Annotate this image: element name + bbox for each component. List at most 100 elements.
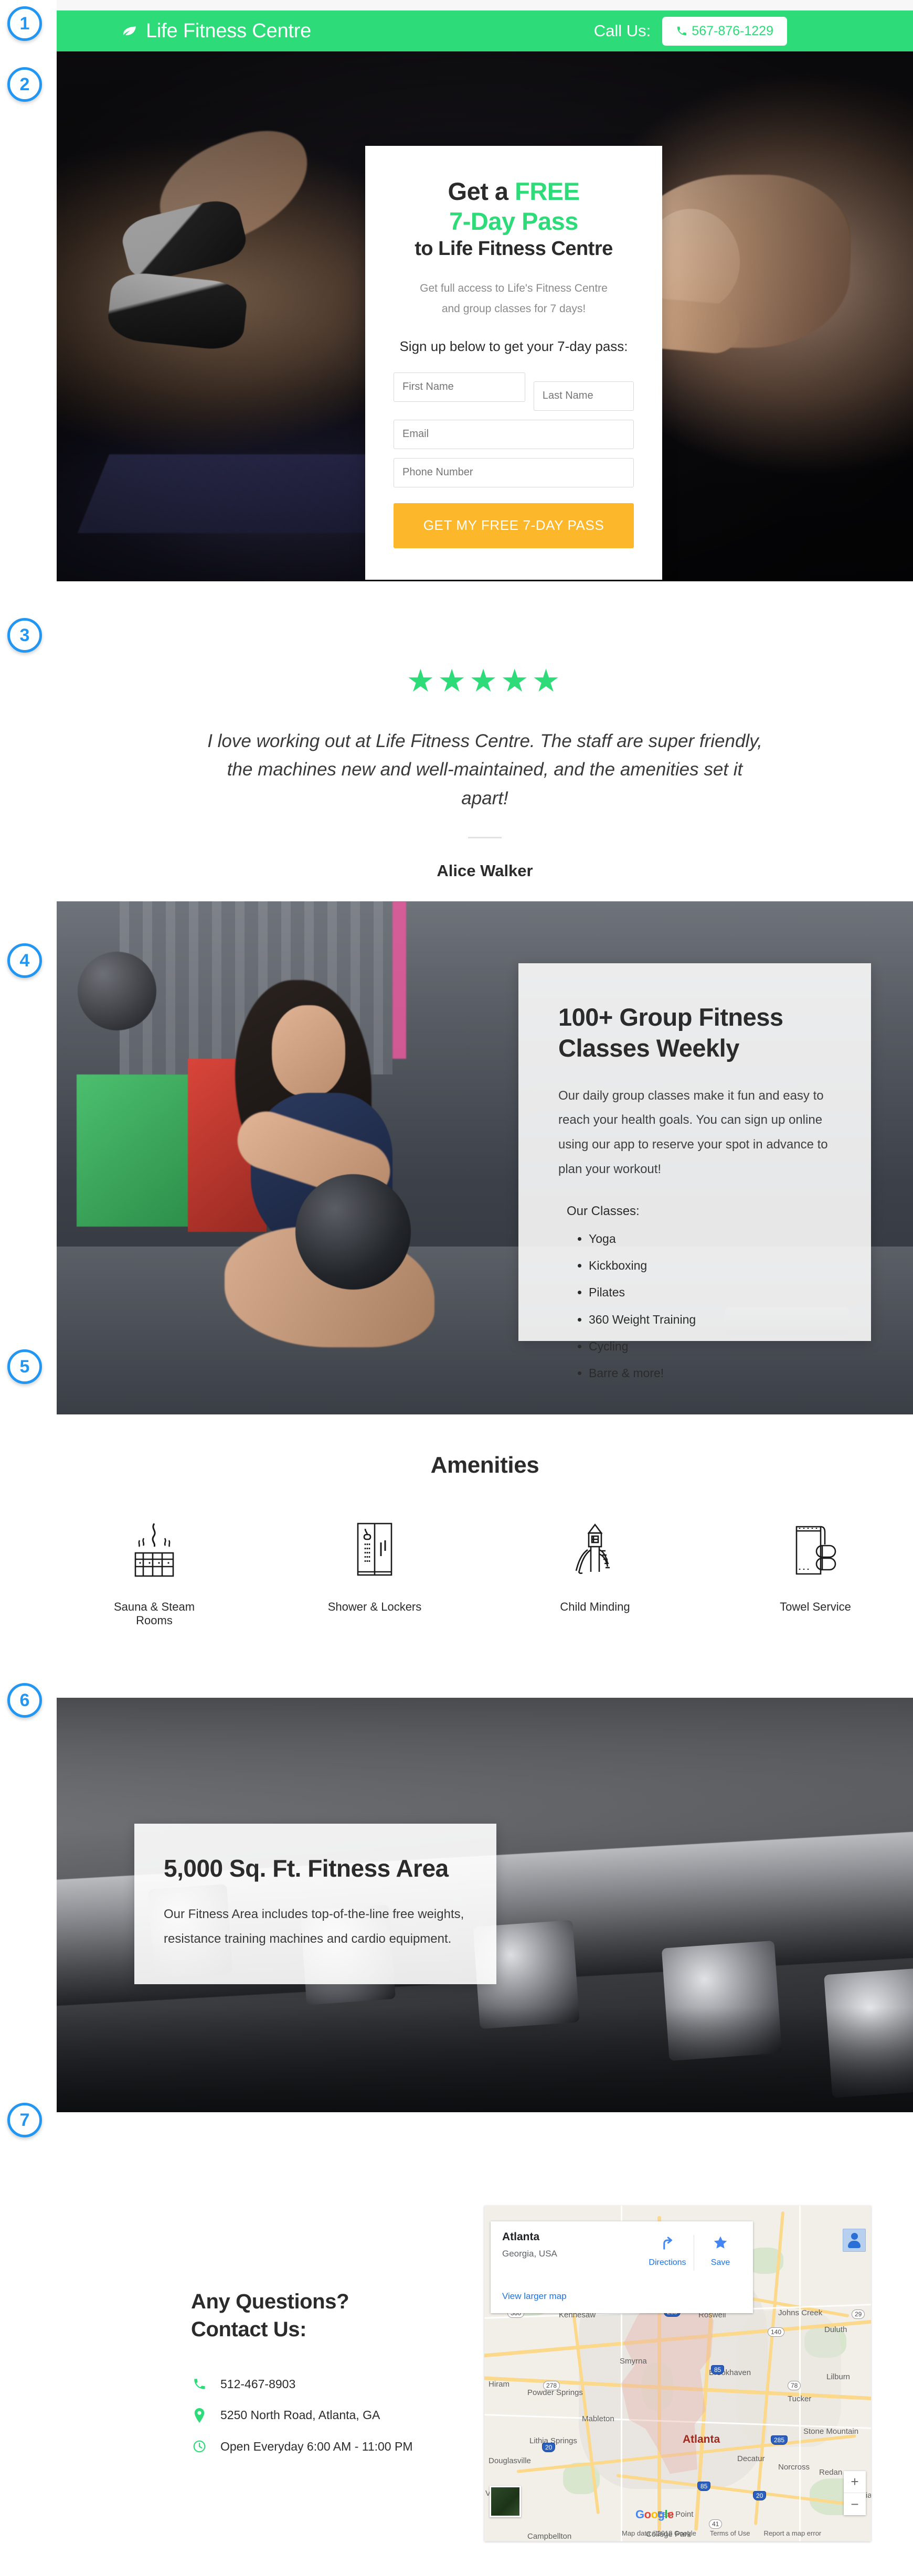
site-header: Life Fitness Centre Call Us: 567-876-122… [57,10,913,51]
get-free-pass-button[interactable]: GET MY FREE 7-DAY PASS [394,503,634,548]
satellite-toggle-thumbnail[interactable] [490,2486,521,2517]
street-view-pegman-icon[interactable] [843,2229,866,2252]
contact-section: Any Questions? Contact Us: 512-467-8903 [57,2112,913,2576]
testimonial-section: ★★★★★ I love working out at Life Fitness… [57,581,913,901]
contact-heading-line1: Any Questions? [191,2290,349,2313]
phone-input[interactable] [394,457,634,487]
contact-row-address[interactable]: 5250 North Road, Atlanta, GA [191,2408,506,2423]
map-label: Tucker [788,2394,812,2403]
hero-headline-line3: to Life Fitness Centre [415,237,613,260]
classes-heading: 100+ Group Fitness Classes Weekly [558,1002,831,1064]
folded-towels-icon [789,1516,842,1579]
zoom-in-button[interactable]: + [844,2471,866,2493]
call-us-group: Call Us: 567-876-1229 [594,16,787,46]
route-shield: 140 [768,2327,785,2337]
contact-phone-text: 512-467-8903 [220,2377,296,2391]
hero-section: Get a FREE 7-Day Pass to Life Fitness Ce… [57,51,913,581]
contact-row-phone[interactable]: 512-467-8903 [191,2377,506,2391]
list-item: 360 Weight Training [589,1313,831,1326]
classes-heading-line1: 100+ Group Fitness [558,1003,783,1031]
last-name-input[interactable] [533,381,634,411]
hero-headline-plain: Get a [448,177,515,205]
testimonial-author: Alice Walker [437,861,533,880]
email-input[interactable] [394,419,634,449]
terms-of-use-link[interactable]: Terms of Use [710,2529,750,2537]
star-rating-icon: ★★★★★ [406,663,564,698]
contact-hours-text: Open Everyday 6:00 AM - 11:00 PM [220,2439,413,2453]
route-shield: 41 [709,2519,723,2529]
google-letter: g [657,2508,665,2521]
playground-slide-icon [570,1516,620,1579]
interstate-shield: 85 [697,2482,711,2491]
list-item: Barre & more! [589,1366,831,1380]
contact-address-text: 5250 North Road, Atlanta, GA [220,2408,380,2422]
amenity-item-child-minding: Child Minding [537,1516,653,1627]
classes-paragraph: Our daily group classes make it fun and … [558,1088,828,1176]
amenity-label: Towel Service [780,1600,851,1613]
map-zoom-controls: + − [844,2471,866,2515]
star-icon [697,2235,744,2254]
amenity-item-sauna: Sauna & Steam Rooms [97,1516,212,1627]
location-map[interactable]: Kennesaw Roswell Johns Creek Duluth Smyr… [484,2206,871,2541]
map-label: Norcross [778,2463,810,2472]
hero-headline-accent-1: FREE [515,177,580,205]
map-label: Campbellton [527,2532,572,2541]
view-larger-map-link[interactable]: View larger map [502,2291,567,2302]
first-name-input[interactable] [394,372,525,402]
signup-form: GET MY FREE 7-DAY PASS [394,372,634,548]
zoom-out-button[interactable]: − [844,2493,866,2515]
step-marker-7: 7 [7,2103,42,2137]
classes-list-label: Our Classes: [567,1204,640,1218]
contact-heading: Any Questions? Contact Us: [191,2288,506,2344]
brand[interactable]: Life Fitness Centre [121,20,311,42]
interstate-shield: 285 [771,2435,788,2445]
google-letter: o [651,2508,658,2521]
amenities-section: Amenities Sauna & Steam Rooms Shower & L… [57,1414,913,1698]
signup-card: Get a FREE 7-Day Pass to Life Fitness Ce… [365,146,662,580]
list-item: Kickboxing [589,1259,831,1272]
amenity-item-towel-service: Towel Service [758,1516,873,1627]
directions-icon [644,2235,691,2254]
fitness-area-heading: 5,000 Sq. Ft. Fitness Area [164,1855,449,1882]
map-label: Smyrna [620,2357,647,2366]
map-credits: Map data ©2018 Google Terms of Use Repor… [622,2529,821,2537]
map-label: Duluth [824,2325,847,2334]
directions-button[interactable]: Directions [644,2235,691,2268]
interstate-shield: 20 [542,2443,556,2452]
brand-name: Life Fitness Centre [146,19,312,42]
hero-headline: Get a FREE 7-Day Pass to Life Fitness Ce… [394,176,634,261]
map-data-credit: Map data ©2018 Google [622,2529,696,2537]
amenity-label: Child Minding [560,1600,630,1613]
map-label: Mableton [582,2414,614,2423]
map-label: Douglasville [489,2456,531,2465]
fitness-area-section: 5,000 Sq. Ft. Fitness Area Our Fitness A… [57,1698,913,2112]
hero-subtext: Get full access to Life's Fitness Centre… [394,279,634,320]
contact-row-hours: Open Everyday 6:00 AM - 11:00 PM [191,2440,506,2454]
google-logo: Google [635,2508,674,2521]
step-marker-6: 6 [7,1683,42,1718]
google-letter: e [667,2508,674,2521]
contact-info: Any Questions? Contact Us: 512-467-8903 [191,2288,506,2471]
map-city-label: Atlanta [683,2433,720,2445]
list-item: Yoga [589,1232,831,1246]
map-label: Johns Creek [778,2308,823,2317]
interstate-shield: 20 [753,2491,767,2500]
list-item: Pilates [589,1285,831,1299]
save-button[interactable]: Save [697,2235,744,2268]
map-label: Stone Mountain [803,2427,859,2436]
leaf-icon [121,22,139,40]
hero-subtext-line2: and group classes for 7 days! [441,302,586,315]
clock-icon [191,2440,208,2453]
signup-form-label: Sign up below to get your 7-day pass: [399,338,628,354]
route-shield: 78 [788,2381,801,2390]
save-label: Save [710,2258,730,2267]
map-label: Redan [819,2468,843,2477]
hero-subtext-line1: Get full access to Life's Fitness Centre [420,282,608,295]
report-map-error-link[interactable]: Report a map error [763,2529,821,2537]
directions-label: Directions [649,2258,686,2267]
map-pin-icon [191,2408,208,2423]
classes-list: Yoga Kickboxing Pilates 360 Weight Train… [589,1232,831,1380]
annotation-rail: 1 2 3 4 5 6 7 [0,0,57,2576]
landing-page: Life Fitness Centre Call Us: 567-876-122… [57,0,913,2576]
phone-button[interactable]: 567-876-1229 [662,16,787,46]
